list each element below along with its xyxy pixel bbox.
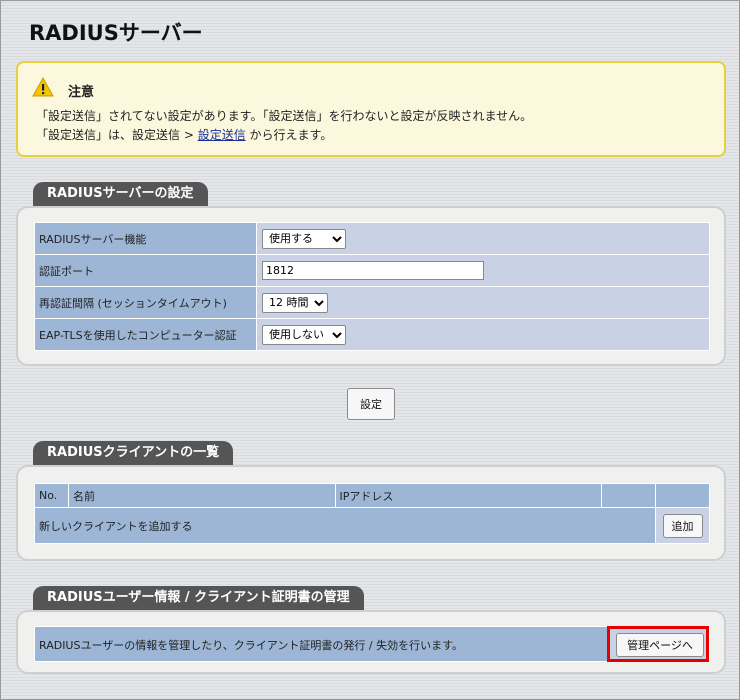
column-header-no: No. [34, 483, 69, 508]
notice-title: 注意 [68, 85, 95, 100]
page-title: RADIUSサーバー [29, 21, 203, 45]
column-header-name: 名前 [67, 483, 336, 508]
settings-panel: RADIUSサーバー機能 使用する 認証ポート 再認証間隔 (セッションタイムア… [16, 206, 726, 366]
setting-label-eap-tls: EAP-TLSを使用したコンピューター認証 [34, 318, 257, 351]
add-client-text: 新しいクライアントを追加する [34, 507, 656, 544]
clients-table-header: No. 名前 IPアドレス [34, 483, 710, 508]
notice-instruction-prefix: 「設定送信」は、設定送信 > [36, 128, 198, 142]
add-client-button[interactable]: 追加 [662, 513, 703, 538]
column-header-ip: IPアドレス [334, 483, 603, 508]
send-settings-link[interactable]: 設定送信 [198, 128, 246, 142]
clients-section-heading: RADIUSクライアントの一覧 [33, 441, 234, 465]
column-header-action [655, 483, 710, 508]
clients-panel: No. 名前 IPアドレス 新しいクライアントを追加する 追加 [16, 465, 726, 561]
setting-label-radius-function: RADIUSサーバー機能 [34, 222, 257, 255]
settings-section-heading: RADIUSサーバーの設定 [33, 182, 208, 206]
reauth-interval-select[interactable]: 12 時間 [262, 292, 328, 313]
warning-icon [32, 77, 54, 97]
auth-port-input[interactable] [262, 261, 484, 280]
notice-instruction: 「設定送信」は、設定送信 > 設定送信 から行えます。 [36, 126, 332, 143]
setting-label-auth-port: 認証ポート [34, 254, 257, 287]
apply-settings-button[interactable]: 設定 [347, 388, 395, 420]
management-page-button[interactable]: 管理ページへ [616, 633, 704, 657]
column-header-edit [601, 483, 656, 508]
notice-message: 「設定送信」されてない設定があります。「設定送信」を行わないと設定が反映されませ… [36, 109, 533, 123]
settings-table: RADIUSサーバー機能 使用する 認証ポート 再認証間隔 (セッションタイムア… [34, 222, 710, 351]
setting-row-radius-function: RADIUSサーバー機能 使用する [34, 222, 710, 255]
eap-tls-select[interactable]: 使用しない [262, 324, 346, 345]
add-client-row: 新しいクライアントを追加する 追加 [34, 507, 710, 544]
management-section-heading: RADIUSユーザー情報 / クライアント証明書の管理 [33, 586, 364, 610]
setting-row-eap-tls: EAP-TLSを使用したコンピューター認証 使用しない [34, 318, 710, 351]
notice-instruction-suffix: から行えます。 [245, 128, 333, 142]
notice-box: 注意 「設定送信」されてない設定があります。「設定送信」を行わないと設定が反映さ… [16, 61, 726, 157]
setting-row-auth-port: 認証ポート [34, 254, 710, 287]
radius-function-select[interactable]: 使用する [262, 228, 346, 249]
clients-table: No. 名前 IPアドレス 新しいクライアントを追加する 追加 [34, 483, 710, 544]
setting-label-reauth-interval: 再認証間隔 (セッションタイムアウト) [34, 286, 257, 319]
setting-row-reauth-interval: 再認証間隔 (セッションタイムアウト) 12 時間 [34, 286, 710, 319]
management-description: RADIUSユーザーの情報を管理したり、クライアント証明書の発行 / 失効を行い… [39, 639, 463, 652]
